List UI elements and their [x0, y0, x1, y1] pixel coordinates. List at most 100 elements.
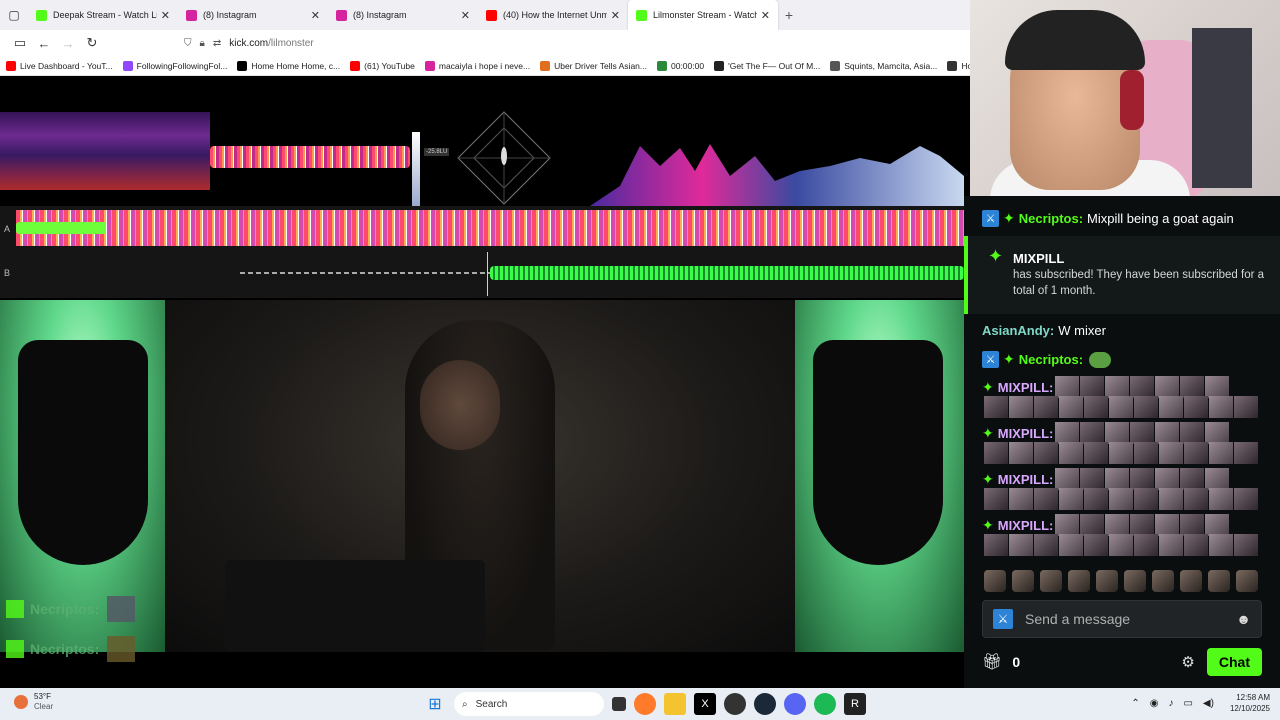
bookmark-item[interactable]: Squints, Mamcita, Asia...	[830, 60, 937, 71]
file-explorer-icon[interactable]	[664, 693, 686, 715]
gear-icon[interactable]: ⚙	[1181, 653, 1194, 671]
overlay-chat-user: Necriptos:	[30, 601, 100, 617]
chat-username[interactable]: MIXPILL:	[998, 426, 1054, 441]
recent-emote[interactable]	[1040, 570, 1062, 592]
bookmark-favicon-icon	[540, 60, 551, 71]
bookmark-item[interactable]: Uber Driver Tells Asian...	[540, 60, 647, 71]
emoji-icon[interactable]: ☻	[1236, 611, 1251, 627]
recent-emote[interactable]	[1124, 570, 1146, 592]
overlay-emote	[107, 636, 136, 662]
chat-input-box[interactable]: ⚔ ☻	[982, 600, 1262, 638]
rockstar-icon[interactable]: R	[844, 693, 866, 715]
chat-emote	[1080, 376, 1105, 398]
forward-button[interactable]: →	[56, 32, 80, 54]
volume-icon[interactable]: ◀)	[1203, 698, 1214, 709]
address-bar[interactable]: ⛉ 🔒︎ ⇄ kick.com/lilmonster	[184, 32, 314, 54]
chat-emote	[1059, 396, 1083, 418]
chat-emote	[1034, 396, 1058, 418]
chat-emote	[984, 442, 1008, 464]
close-icon[interactable]: ✕	[761, 9, 770, 22]
bookmark-label: 'Get The F— Out Of M...	[728, 60, 821, 71]
tab-list-icon[interactable]: ▢	[0, 0, 28, 30]
chat-emote	[1180, 422, 1205, 444]
chat-emote	[1080, 514, 1105, 536]
tab-3[interactable]: (40) How the Internet Unmaske ✕	[478, 0, 628, 30]
system-clock[interactable]: 12:58 AM 12/10/2025	[1230, 692, 1270, 714]
recent-emote[interactable]	[1208, 570, 1230, 592]
sub-username[interactable]: MIXPILL	[1013, 251, 1064, 266]
display-icon[interactable]: ▭	[1183, 698, 1192, 709]
chat-username[interactable]: Necriptos:	[1019, 352, 1083, 367]
tab-4-active[interactable]: Lilmonster Stream - Watch ✕	[628, 0, 778, 30]
bookmark-item[interactable]: (61) YouTube	[350, 60, 415, 71]
back-button[interactable]: ←	[32, 32, 56, 54]
headset	[1120, 70, 1144, 130]
steam-icon[interactable]	[754, 693, 776, 715]
bookmark-favicon-icon	[350, 60, 361, 71]
track-b-waveform	[490, 266, 964, 280]
chat-emote	[1034, 488, 1058, 510]
task-view-icon[interactable]	[612, 697, 626, 711]
close-icon[interactable]: ✕	[611, 9, 620, 22]
taskbar-search[interactable]: ⌕ Search	[454, 692, 604, 716]
windows-start-icon[interactable]: ⊞	[424, 693, 446, 715]
chevron-up-icon[interactable]: ⌃	[1131, 698, 1139, 709]
spotify-icon[interactable]	[814, 693, 836, 715]
network-icon[interactable]: ◉	[1150, 698, 1159, 709]
weather-widget[interactable]: 53°F Clear	[14, 692, 53, 712]
recent-emote[interactable]	[1152, 570, 1174, 592]
chat-input[interactable]	[1025, 611, 1237, 627]
tab-title: Lilmonster Stream - Watch	[653, 10, 757, 20]
chat-emote	[1084, 488, 1108, 510]
recent-emote[interactable]	[1012, 570, 1034, 592]
reload-button[interactable]: ↻	[80, 32, 104, 54]
recent-emote[interactable]	[1096, 570, 1118, 592]
bookmark-item[interactable]: macaiyla i hope i neve...	[424, 60, 530, 71]
track-b-empty	[240, 272, 490, 274]
bookmark-item[interactable]: 'Get The F— Out Of M...	[714, 60, 821, 71]
tab-0[interactable]: Deepak Stream - Watch Live on ✕	[28, 0, 178, 30]
bookmark-item[interactable]: FollowingFollowingFol...	[122, 60, 227, 71]
firefox-icon[interactable]	[634, 693, 656, 715]
chat-username[interactable]: AsianAndy:	[982, 323, 1054, 338]
spectrum-analyzer-visual	[590, 144, 964, 206]
recent-emote[interactable]	[1068, 570, 1090, 592]
tab-2[interactable]: (8) Instagram ✕	[328, 0, 478, 30]
close-icon[interactable]: ✕	[311, 9, 320, 22]
gift-icon[interactable]: 🎁︎	[982, 652, 1002, 672]
close-icon[interactable]: ✕	[461, 9, 470, 22]
waveform-visual	[210, 146, 410, 168]
chat-username[interactable]: MIXPILL:	[998, 518, 1054, 533]
sidebar-toggle-icon[interactable]: ▭	[8, 32, 32, 54]
bookmark-item[interactable]: Home Home Home, c...	[237, 60, 340, 71]
recent-emote[interactable]	[984, 570, 1006, 592]
permissions-icon[interactable]: ⇄	[213, 38, 221, 49]
chat-emote	[1034, 442, 1058, 464]
obs-icon[interactable]	[724, 693, 746, 715]
stream-video[interactable]: -25.8LU A B Necriptos: Necriptos:	[0, 76, 964, 688]
discord-icon[interactable]	[784, 693, 806, 715]
chat-username[interactable]: MIXPILL:	[998, 472, 1054, 487]
chat-text: Mixpill being a goat again	[1087, 211, 1234, 226]
chat-username[interactable]: MIXPILL:	[998, 380, 1054, 395]
chat-emote	[1009, 442, 1033, 464]
chat-footer: 🎁︎ 0 ⚙ Chat	[982, 648, 1262, 676]
recent-emote[interactable]	[1180, 570, 1202, 592]
recent-emote[interactable]	[1236, 570, 1258, 592]
shield-icon[interactable]: ⛉	[184, 38, 192, 49]
chat-emote	[1134, 534, 1158, 556]
bookmark-item[interactable]: Live Dashboard - YouT...	[6, 60, 113, 71]
close-icon[interactable]: ✕	[161, 9, 170, 22]
dj-face	[420, 360, 500, 450]
chat-emote	[1009, 534, 1033, 556]
microphone-icon[interactable]: ♪	[1168, 698, 1173, 709]
chat-emote	[1205, 376, 1230, 398]
chat-send-button[interactable]: Chat	[1206, 648, 1262, 676]
tab-1[interactable]: (8) Instagram ✕	[178, 0, 328, 30]
bookmark-item[interactable]: 00:00:00	[656, 60, 704, 71]
chat-username[interactable]: Necriptos:	[1019, 211, 1083, 226]
new-tab-button[interactable]: +	[778, 4, 800, 26]
moderator-badge-icon: ⚔	[993, 609, 1013, 629]
x-icon[interactable]: X	[694, 693, 716, 715]
lock-icon[interactable]: 🔒︎	[200, 38, 205, 49]
